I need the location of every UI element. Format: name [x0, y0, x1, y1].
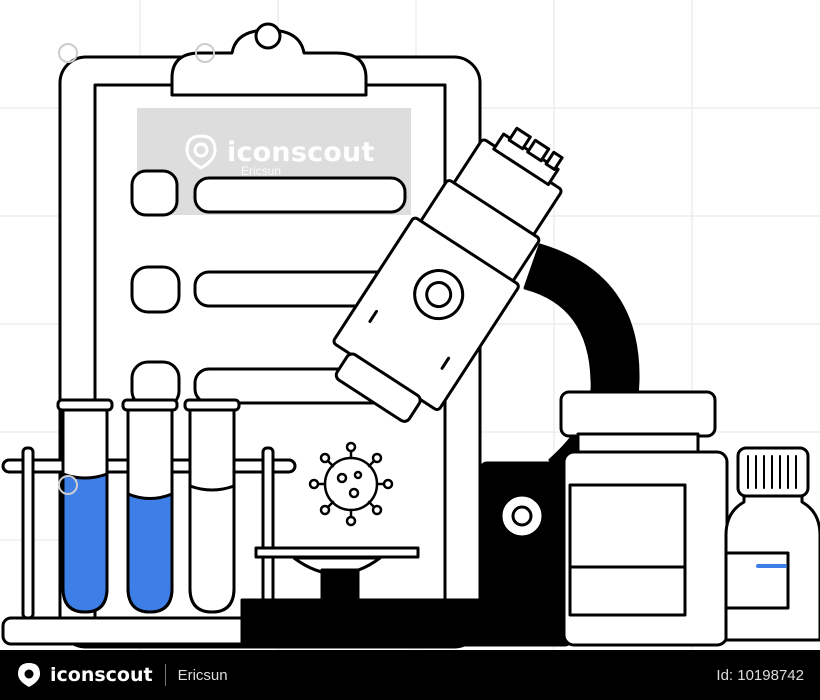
footer-bar: iconscout Ericsun Id: 10198742	[0, 650, 820, 700]
iconscout-logo-icon	[185, 134, 217, 170]
rack-post-left	[21, 446, 35, 620]
microscope-pillar	[320, 568, 360, 604]
watermark-author: Ericsun	[241, 164, 282, 178]
tube-1-rim	[56, 398, 114, 412]
large-bottle-label	[568, 483, 687, 617]
focus-knob-center	[511, 505, 533, 527]
tube-2-rim	[121, 398, 179, 412]
virus-particle	[308, 441, 394, 527]
checkbox-2	[130, 265, 181, 314]
footer-brand-name: iconscout	[50, 664, 153, 686]
lab-illustration	[0, 0, 820, 650]
clip-hole	[254, 22, 282, 50]
iconscout-logo-icon	[18, 663, 40, 687]
microscope-stage	[254, 546, 420, 559]
footer-brand[interactable]: iconscout	[16, 662, 153, 688]
center-watermark: iconscout Ericsun	[183, 134, 375, 178]
tube-2-liquid	[126, 492, 174, 614]
rack-post-right	[261, 446, 275, 620]
small-bottle-label	[724, 551, 790, 610]
footer-separator	[164, 664, 166, 686]
watermark-brand: iconscout	[227, 136, 375, 168]
tube-3-rim	[183, 398, 241, 412]
small-bottle-cap-ridges	[747, 455, 797, 489]
footer-author[interactable]: Ericsun	[178, 667, 228, 684]
tube-3-liquid	[188, 484, 236, 614]
large-bottle-cap	[559, 390, 717, 438]
microscope-body	[479, 461, 573, 647]
checkbox-1	[130, 169, 179, 217]
footer-asset-id: Id: 10198742	[716, 666, 804, 684]
text-line-1	[193, 176, 407, 214]
